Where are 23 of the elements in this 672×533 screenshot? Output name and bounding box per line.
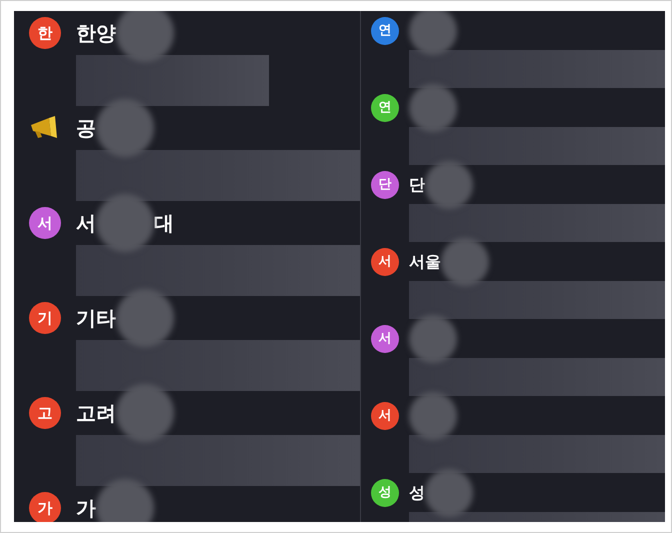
chat-bubble-icon: 고 — [29, 397, 61, 429]
chat-title: 한양 — [76, 20, 116, 47]
chat-title: 고려 — [76, 400, 116, 427]
chat-bubble-icon: 연 — [371, 16, 399, 44]
chat-bubble-icon: 서 — [29, 207, 61, 239]
chat-title: 서울 — [409, 250, 441, 272]
chat-bubble-icon: 한 — [29, 17, 61, 49]
chat-bubble-icon: 서 — [371, 324, 399, 352]
chat-bubble-icon: 연 — [371, 94, 399, 122]
chat-title: 대 — [154, 210, 174, 237]
redaction-blob — [96, 479, 154, 522]
chat-title: 단 — [409, 174, 425, 196]
chat-title: 공 — [76, 115, 96, 142]
chat-bubble-icon: 서 — [371, 402, 399, 430]
chat-bubble-icon: 단 — [371, 170, 399, 198]
chat-bubble-icon: 서 — [371, 248, 399, 276]
chat-title: 가 — [76, 495, 96, 522]
chat-bubble-icon: 가 — [29, 492, 61, 522]
chat-title: 기타 — [76, 305, 116, 332]
chat-title: 성 — [409, 482, 425, 504]
chat-bubble-icon: 성 — [371, 478, 399, 506]
chat-title: 서 — [76, 210, 96, 237]
chat-bubble-icon: 기 — [29, 302, 61, 334]
